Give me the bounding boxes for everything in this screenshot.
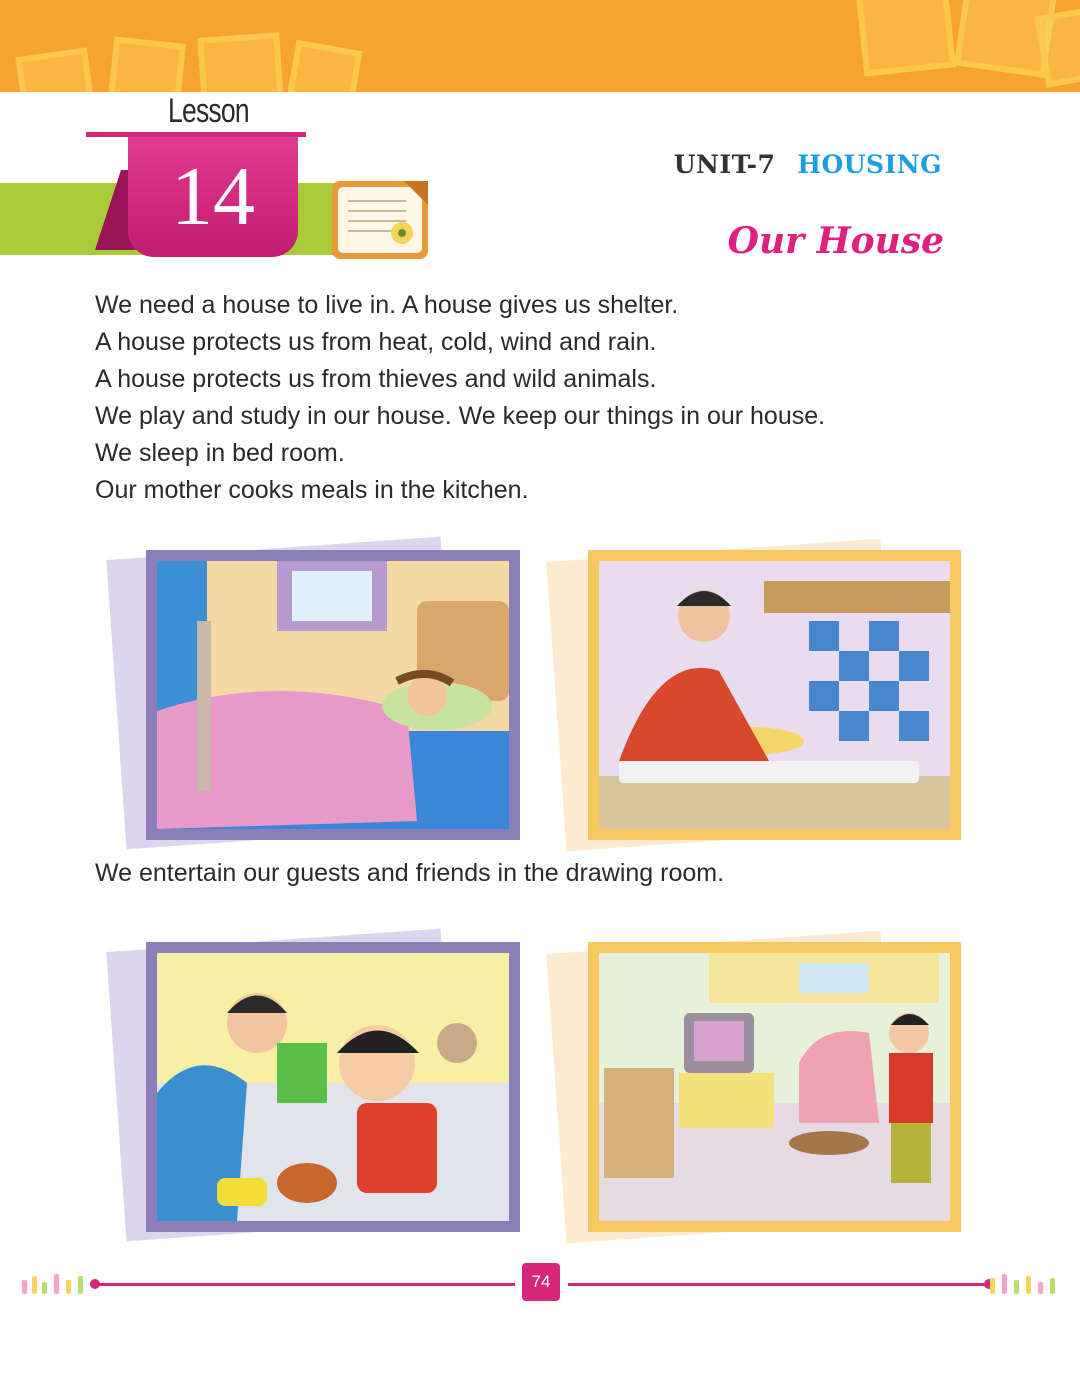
text-line: A house protects us from heat, cold, win…	[95, 328, 657, 356]
lesson-badge: 14	[128, 137, 298, 257]
notebook-pencil-icon	[326, 175, 436, 263]
drawing-room-picture	[546, 912, 976, 1244]
text-line: We sleep in bed room.	[95, 439, 345, 467]
kitchen-picture	[546, 522, 976, 852]
unit-label: UNIT-7	[673, 150, 776, 179]
drawing-room-illustration	[599, 953, 950, 1221]
bedroom-picture	[106, 528, 536, 850]
footer-decoration-left	[22, 1270, 92, 1300]
page-number-badge: 74	[522, 1263, 560, 1301]
text-line: We play and study in our house. We keep …	[95, 402, 826, 430]
paragraph-intro: We need a house to live in. A house give…	[95, 287, 975, 509]
bedroom-illustration	[157, 561, 509, 829]
kitchen-illustration	[599, 561, 950, 829]
footer-line-left	[95, 1283, 515, 1286]
unit-topic: HOUSING	[797, 150, 942, 179]
lesson-label: Lesson	[168, 92, 250, 130]
text-line: Our mother cooks meals in the kitchen.	[95, 476, 529, 504]
paragraph-drawing-room: We entertain our guests and friends in t…	[95, 855, 975, 892]
text-line: We need a house to live in. A house give…	[95, 291, 679, 319]
top-banner	[0, 0, 1080, 92]
page-title: Our House	[727, 220, 944, 262]
footer-dot-left	[90, 1279, 100, 1289]
footer-decoration-right	[990, 1270, 1060, 1300]
lesson-number: 14	[171, 150, 255, 243]
unit-heading: UNIT-7 HOUSING	[674, 150, 942, 179]
footer-line-right	[568, 1283, 988, 1286]
page-number: 74	[531, 1272, 551, 1291]
text-line: We entertain our guests and friends in t…	[95, 859, 725, 887]
children-playing-illustration	[157, 953, 509, 1221]
text-line: A house protects us from thieves and wil…	[95, 365, 657, 393]
playing-picture	[106, 918, 536, 1242]
